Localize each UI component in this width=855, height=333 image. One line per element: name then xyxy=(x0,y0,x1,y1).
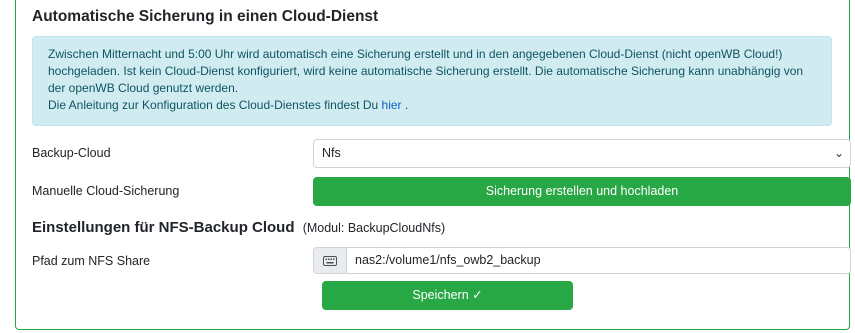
keyboard-icon xyxy=(313,247,347,274)
nfs-path-input[interactable]: nas2:/volume1/nfs_owb2_backup xyxy=(346,247,851,274)
info-alert: Zwischen Mitternacht und 5:00 Uhr wird a… xyxy=(32,36,832,126)
backup-cloud-label: Backup-Cloud xyxy=(32,146,111,160)
upload-backup-button[interactable]: Sicherung erstellen und hochladen xyxy=(313,177,851,206)
nfs-path-group: nas2:/volume1/nfs_owb2_backup xyxy=(313,247,851,274)
save-button[interactable]: Speichern ✓ xyxy=(322,281,573,310)
backup-cloud-selected: Nfs xyxy=(322,146,341,160)
alert-text-guide: Die Anleitung zur Konfiguration des Clou… xyxy=(48,98,379,112)
backup-cloud-card: Automatische Sicherung in einen Cloud-Di… xyxy=(15,0,851,330)
module-name: (Modul: BackupCloudNfs) xyxy=(302,221,446,235)
manual-backup-label: Manuelle Cloud-Sicherung xyxy=(32,184,180,198)
alert-text-suffix: . xyxy=(404,98,409,112)
alert-text: Zwischen Mitternacht und 5:00 Uhr wird a… xyxy=(48,47,804,95)
nfs-settings-heading: Einstellungen für NFS-Backup Cloud (Modu… xyxy=(32,219,445,236)
nfs-settings-title: Einstellungen für NFS-Backup Cloud xyxy=(32,219,295,236)
backup-cloud-select[interactable]: Nfs ⌄ xyxy=(313,139,851,168)
chevron-down-icon: ⌄ xyxy=(833,146,844,160)
nfs-path-label: Pfad zum NFS Share xyxy=(32,254,151,268)
card-title: Automatische Sicherung in einen Cloud-Di… xyxy=(32,8,379,25)
guide-link[interactable]: hier xyxy=(382,98,402,112)
